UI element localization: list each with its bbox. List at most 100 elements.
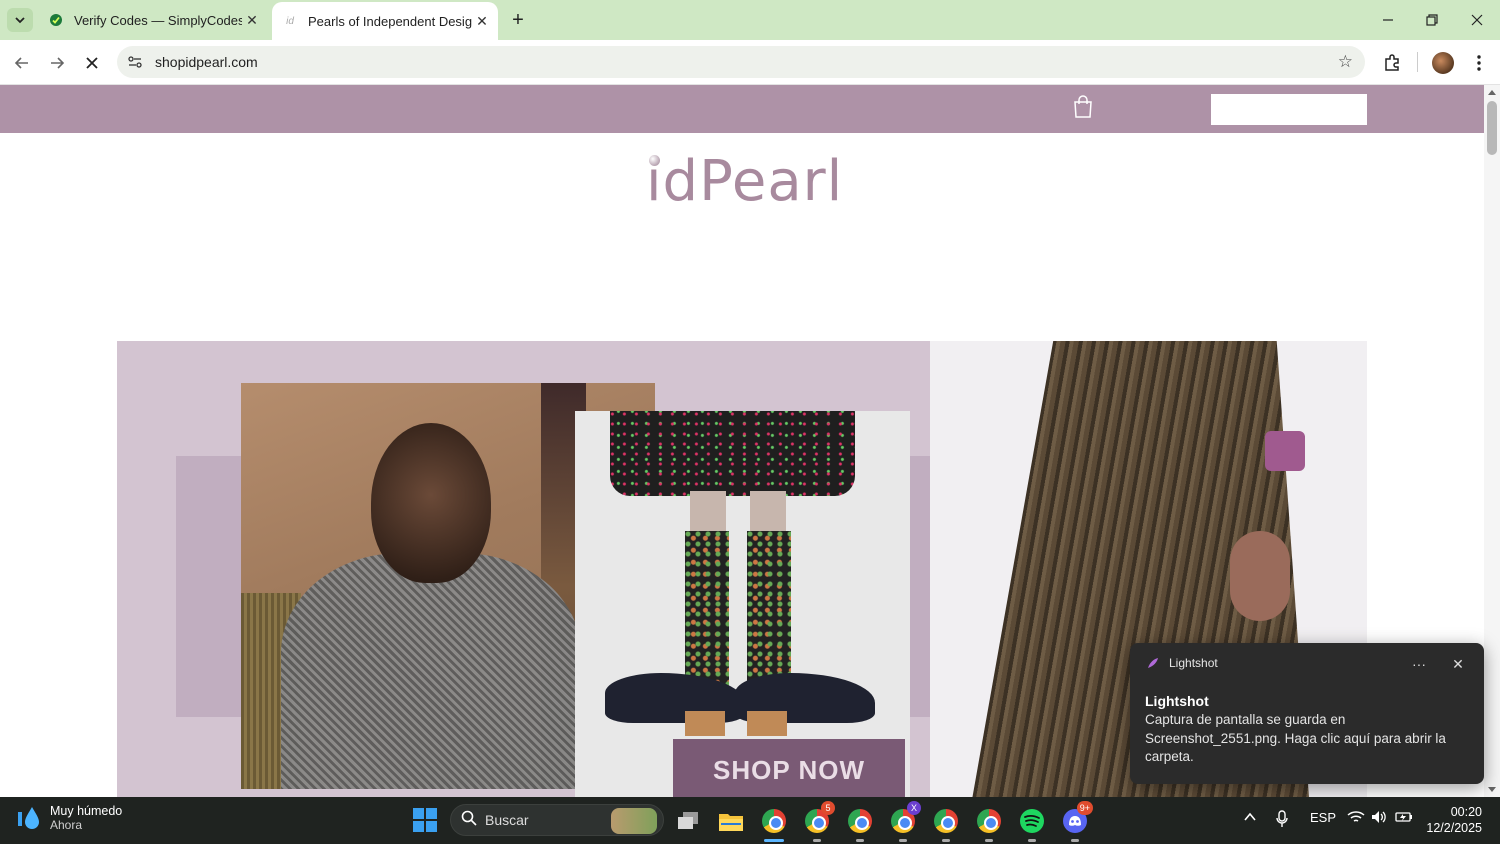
close-tab-icon[interactable]: ✕: [242, 10, 262, 30]
model-hand: [1230, 531, 1290, 621]
close-icon: [1471, 14, 1483, 26]
back-button[interactable]: [8, 49, 36, 77]
chrome-taskbar-app-2[interactable]: 5: [801, 801, 835, 842]
logo-text: idPearl: [646, 149, 844, 214]
search-highlight-image: [611, 808, 657, 834]
running-indicator: [899, 839, 907, 842]
wifi-tray-button[interactable]: [1347, 810, 1365, 827]
humidity-drop-icon: [18, 807, 39, 829]
chrome-icon: [977, 809, 1001, 833]
windows-logo-icon: [413, 808, 424, 819]
notification-body[interactable]: Captura de pantalla se guarda en Screens…: [1145, 711, 1465, 767]
microphone-icon: [1276, 810, 1288, 827]
taskbar-search[interactable]: Buscar: [450, 804, 664, 836]
lightshot-notification[interactable]: Lightshot ··· ✕ Lightshot Captura de pan…: [1130, 643, 1484, 784]
running-indicator: [985, 839, 993, 842]
chevron-down-icon: [15, 17, 25, 24]
battery-tray-button[interactable]: [1395, 810, 1413, 827]
puzzle-icon: [1385, 54, 1399, 71]
shop-now-button[interactable]: SHOP NOW: [673, 739, 905, 797]
scroll-up-arrow-icon[interactable]: [1488, 90, 1496, 95]
clock-date: 12/2/2025: [1426, 821, 1482, 835]
task-view-button[interactable]: [672, 805, 704, 837]
site-info-icon[interactable]: [123, 50, 147, 74]
forward-button[interactable]: [43, 49, 71, 77]
bookmark-star-icon[interactable]: ☆: [1338, 52, 1353, 72]
address-bar[interactable]: shopidpearl.com ☆: [117, 46, 1365, 78]
clock-time: 00:20: [1450, 805, 1482, 819]
tab-idpearl[interactable]: id Pearls of Independent Designers ✕: [272, 2, 498, 40]
running-indicator: [856, 839, 864, 842]
language-indicator[interactable]: ESP: [1310, 810, 1336, 825]
metallic-jacket: [281, 553, 581, 789]
minimize-button[interactable]: [1368, 6, 1408, 34]
shopping-bag-icon[interactable]: [1072, 95, 1094, 119]
chrome-taskbar-app-6[interactable]: [973, 805, 1005, 842]
minimize-icon: [1383, 19, 1393, 21]
speaker-icon: [1372, 811, 1386, 823]
arrow-right-icon: [51, 57, 65, 69]
chrome-icon: [934, 809, 958, 833]
battery-charging-icon: [1395, 812, 1412, 822]
microphone-tray-button[interactable]: [1276, 810, 1288, 831]
stop-loading-button[interactable]: [78, 49, 106, 77]
simplycodes-icon: [48, 12, 64, 28]
patterned-sock-left: [685, 531, 729, 691]
tab-search-button[interactable]: [7, 8, 33, 32]
volume-tray-button[interactable]: [1371, 810, 1387, 827]
toolbar-divider: [1417, 52, 1418, 72]
chevron-up-icon: [1244, 812, 1256, 821]
chrome-taskbar-app-active[interactable]: [758, 805, 790, 842]
tab-strip: Verify Codes — SimplyCodes ✕ id Pearls o…: [0, 0, 1500, 40]
start-button[interactable]: [413, 808, 437, 832]
file-explorer-button[interactable]: [715, 805, 747, 837]
spotify-taskbar-app[interactable]: [1016, 805, 1048, 842]
stop-icon: [86, 57, 98, 69]
idpearl-icon: id: [286, 15, 294, 27]
folder-icon: [719, 814, 743, 831]
clog-heel-right: [747, 711, 787, 736]
show-hidden-icons-button[interactable]: [1243, 810, 1257, 827]
notification-app-name: Lightshot: [1169, 656, 1218, 670]
discord-taskbar-app[interactable]: 9+: [1059, 801, 1093, 842]
scroll-down-arrow-icon[interactable]: [1488, 787, 1496, 792]
chrome-taskbar-app-5[interactable]: [930, 805, 962, 842]
scroll-thumb[interactable]: [1487, 101, 1497, 155]
model-head: [371, 423, 491, 583]
site-search-input[interactable]: [1211, 94, 1367, 125]
page-scrollbar[interactable]: [1484, 85, 1500, 797]
close-notification-icon[interactable]: ✕: [1447, 653, 1469, 675]
profile-badge: X: [907, 801, 921, 815]
extensions-button[interactable]: [1378, 49, 1406, 77]
close-tab-icon[interactable]: ✕: [472, 11, 492, 31]
profile-button[interactable]: [1429, 49, 1457, 77]
patterned-sock-right: [747, 531, 791, 691]
weather-widget[interactable]: Muy húmedo Ahora: [16, 804, 122, 832]
site-header: [0, 85, 1484, 133]
chrome-taskbar-app-3[interactable]: [844, 805, 876, 842]
system-clock[interactable]: 00:20 12/2/2025: [1424, 804, 1482, 836]
avatar: [1432, 52, 1454, 74]
windows-taskbar: Muy húmedo Ahora Buscar 5 X 9+ ESP 00:20…: [0, 797, 1500, 844]
browser-menu-button[interactable]: [1465, 49, 1493, 77]
wifi-icon: [1347, 811, 1365, 822]
pearl-logo-icon: [649, 155, 660, 166]
weather-condition: Muy húmedo: [50, 804, 123, 818]
floral-skirt: [610, 411, 855, 496]
running-indicator: [942, 839, 950, 842]
active-indicator: [764, 839, 784, 842]
more-options-icon[interactable]: ···: [1408, 653, 1430, 675]
site-logo[interactable]: idPearl: [646, 149, 844, 214]
tab-title: Verify Codes — SimplyCodes: [74, 12, 242, 28]
new-tab-button[interactable]: +: [506, 8, 530, 32]
taskbar-search-placeholder: Buscar: [485, 812, 529, 828]
decorative-band: [910, 456, 930, 717]
close-window-button[interactable]: [1457, 6, 1497, 34]
restore-button[interactable]: [1412, 6, 1452, 34]
windows-logo-pane: [426, 808, 437, 819]
tab-title: Pearls of Independent Designers: [308, 13, 472, 29]
chrome-taskbar-app-4[interactable]: X: [887, 801, 921, 842]
tab-simplycodes[interactable]: Verify Codes — SimplyCodes ✕: [40, 4, 268, 36]
url-text[interactable]: shopidpearl.com: [155, 54, 258, 70]
clog-heel-left: [685, 711, 725, 736]
